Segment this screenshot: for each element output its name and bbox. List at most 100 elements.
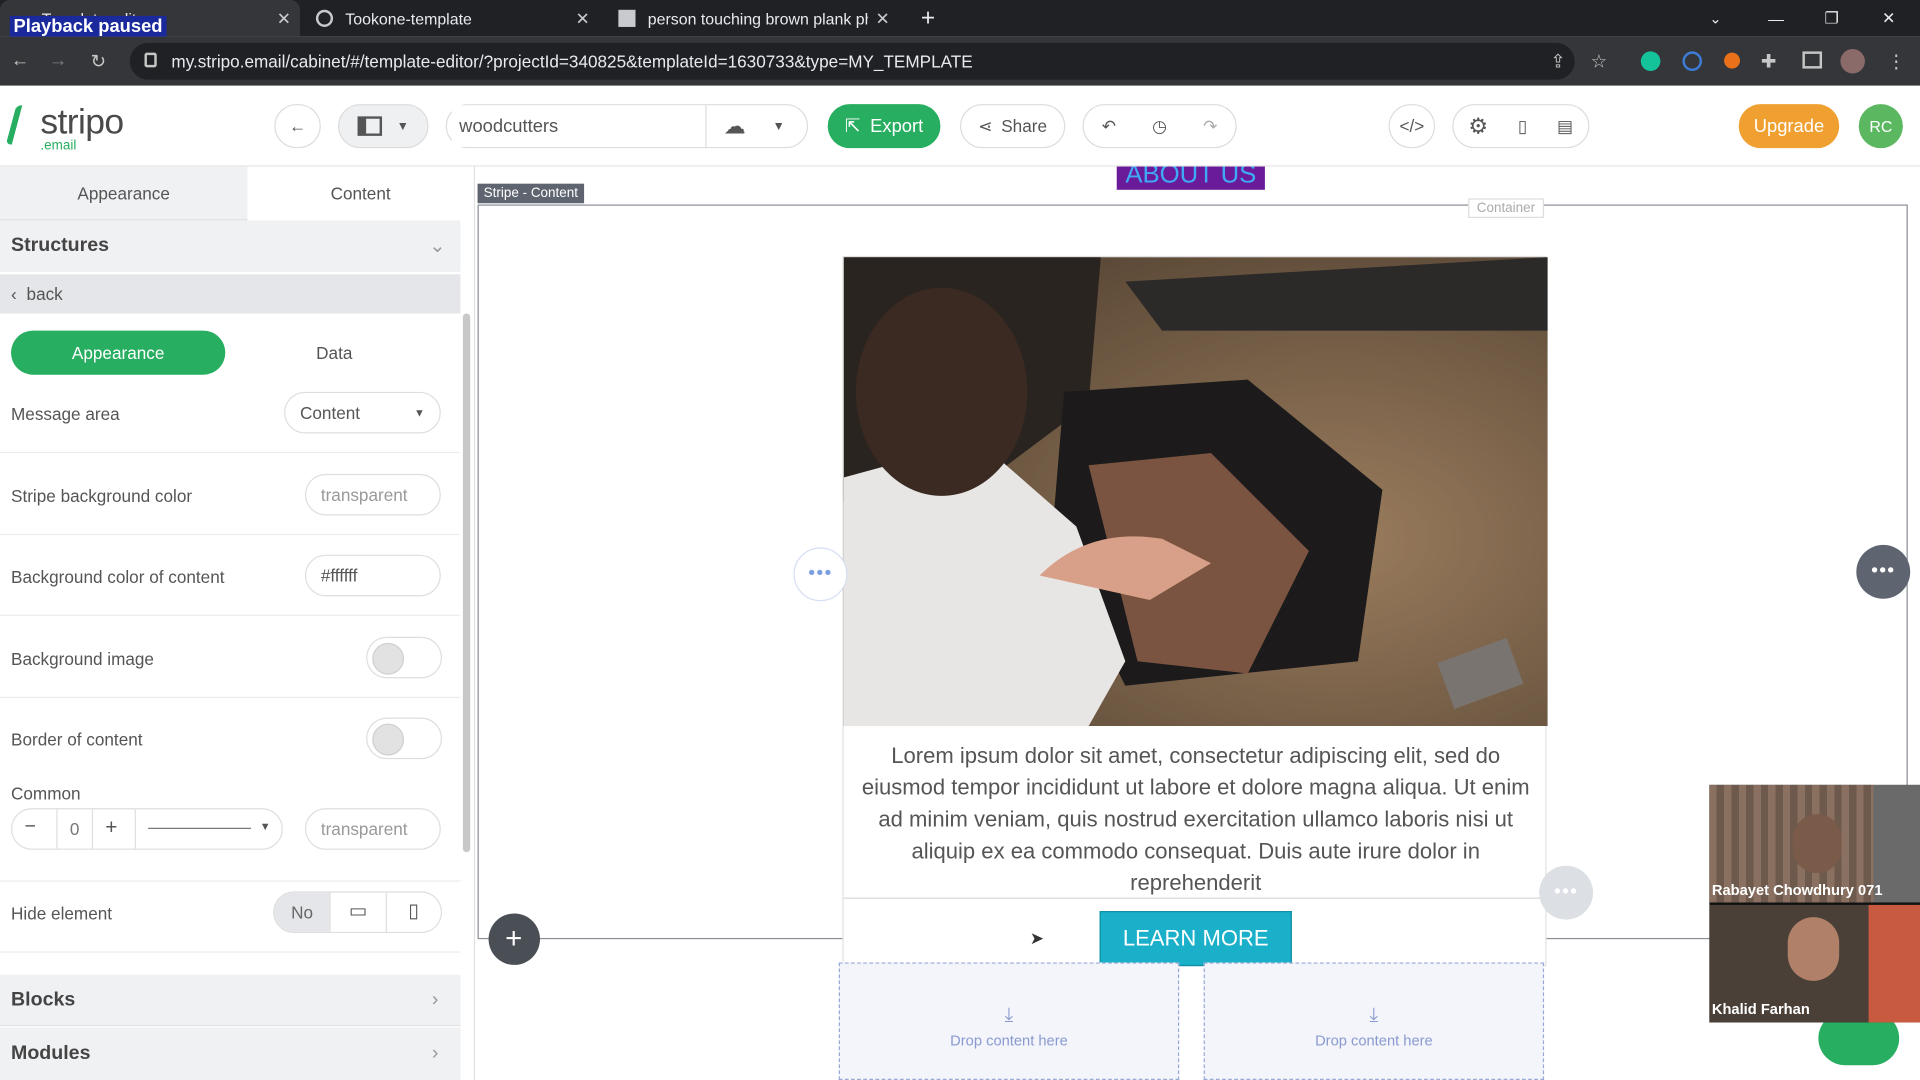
undo-icon[interactable]: ↶ [1102, 116, 1116, 137]
share-label: Share [1001, 116, 1047, 136]
share-button[interactable]: ⋖ Share [960, 104, 1066, 149]
border-style-select[interactable]: ▼ [134, 809, 283, 849]
history-controls: ↶ ◷ ↷ [1082, 104, 1237, 149]
profile-avatar[interactable] [1840, 48, 1865, 74]
stripe-bg-color-input[interactable]: transparent [304, 473, 441, 516]
border-section: Border of content Common − 0 + ▼ transpa… [0, 698, 461, 882]
stripe-content[interactable]: Container Lorem ipsum dolor sit amet, co… [477, 198, 1908, 967]
tab-content[interactable]: Content [247, 167, 474, 221]
bg-image-toggle[interactable] [366, 636, 443, 679]
learn-more-button[interactable]: LEARN MORE [1099, 911, 1292, 967]
border-toggle[interactable] [366, 717, 443, 760]
more-dots-icon: ••• [1871, 560, 1896, 582]
redo-icon[interactable]: ↷ [1203, 116, 1217, 137]
border-color-input[interactable]: transparent [304, 808, 441, 850]
structures-title: Structures [11, 235, 110, 256]
woodworking-image[interactable] [843, 257, 1548, 727]
back-link[interactable]: ‹ back [0, 274, 461, 314]
arrow-left-icon: ← [288, 116, 307, 136]
panel-scrollbar[interactable] [462, 313, 471, 853]
device-preview-icon[interactable]: ▯ [1518, 116, 1527, 137]
history-icon[interactable]: ◷ [1152, 116, 1167, 137]
extension-icon[interactable] [1682, 51, 1703, 72]
forward-arrow-icon[interactable]: → [49, 50, 67, 71]
back-button[interactable]: ← [274, 104, 321, 149]
puzzle-icon[interactable]: ✚ [1761, 50, 1776, 72]
chevron-left-icon: ‹ [11, 284, 17, 304]
video-tile-2: Khalid Farhan [1709, 904, 1920, 1023]
layout-toggle-button[interactable]: ▼ [337, 104, 429, 149]
border-width-value[interactable]: 0 [56, 809, 94, 849]
back-label: back [26, 284, 63, 304]
sidepanel-icon[interactable] [1802, 51, 1823, 69]
tab-unsplash-photo[interactable]: person touching brown plank ph ✕ [618, 0, 902, 37]
user-avatar[interactable]: RC [1858, 104, 1903, 149]
drop-zone-right[interactable]: ⤓ Drop content here [1203, 962, 1545, 1080]
content-container[interactable]: Lorem ipsum dolor sit amet, consectetur … [842, 255, 1548, 968]
subtab-data[interactable]: Data [245, 331, 424, 375]
lorem-paragraph[interactable]: Lorem ipsum dolor sit amet, consectetur … [844, 740, 1548, 899]
logo-subtext: .email [40, 138, 77, 154]
code-editor-button[interactable]: </> [1388, 104, 1436, 149]
export-button[interactable]: ⇱ Export [827, 104, 941, 149]
close-icon[interactable]: ✕ [277, 8, 291, 29]
stripe-label: Stripe - Content [477, 183, 585, 204]
gear-icon[interactable]: ⚙ [1468, 113, 1488, 139]
plus-icon[interactable]: + [105, 816, 117, 840]
more-dots-icon: ••• [1553, 881, 1579, 903]
grammarly-icon[interactable] [1640, 51, 1661, 72]
caret-down-icon[interactable]: ▼ [773, 119, 785, 132]
template-name-group: ☁ ▼ [445, 104, 809, 149]
tab-tookone-template[interactable]: Tookone-template ✕ [315, 0, 598, 37]
minus-icon[interactable]: − [24, 817, 35, 839]
export-icon: ⇱ [844, 116, 861, 138]
modules-title: Modules [11, 1042, 91, 1064]
line-style-icon [148, 827, 252, 829]
bookmark-star-icon[interactable]: ☆ [1591, 50, 1607, 72]
border-label: Border of content [11, 729, 143, 750]
minimize-icon[interactable]: — [1768, 0, 1784, 37]
share-page-icon[interactable]: ⇪ [1550, 50, 1565, 72]
bg-image-row: Background image [0, 617, 461, 698]
template-name-input[interactable] [451, 105, 707, 147]
globe-icon [315, 9, 334, 27]
drop-zone-left[interactable]: ⤓ Drop content here [838, 962, 1180, 1080]
mobile-icon[interactable]: ▯ [385, 892, 441, 932]
button-block[interactable]: LEARN MORE ➤ [843, 897, 1548, 968]
add-stripe-button[interactable]: + [488, 913, 541, 965]
extension-icon[interactable] [1724, 52, 1741, 69]
unsplash-icon [618, 9, 636, 27]
chevron-down-icon: ⌄ [429, 236, 446, 258]
window-close-icon[interactable]: ✕ [1882, 0, 1895, 37]
content-bg-row: Background color of content #ffffff [0, 535, 461, 616]
hide-no-option[interactable]: No [274, 892, 330, 932]
upgrade-button[interactable]: Upgrade [1738, 104, 1840, 149]
video-tile-1: Rabayet Chowdhury 071 [1709, 784, 1920, 903]
menu-dots-icon[interactable]: ⋮ [1887, 50, 1905, 72]
blocks-section[interactable]: Blocks › [0, 974, 461, 1027]
row-options-button[interactable]: ••• [793, 547, 848, 602]
subtab-appearance[interactable]: Appearance [11, 330, 226, 375]
container-label: Container [1468, 198, 1544, 218]
modules-section[interactable]: Modules › [0, 1027, 461, 1080]
close-icon[interactable]: ✕ [576, 8, 590, 29]
clipboard-icon[interactable]: ▤ [1557, 116, 1573, 137]
stripe-options-button[interactable]: ••• [1856, 544, 1911, 599]
more-dots-icon: ••• [808, 563, 833, 585]
message-area-select[interactable]: Content ▼ [284, 391, 441, 434]
new-tab-button[interactable]: + [921, 0, 945, 37]
reload-icon[interactable]: ↻ [91, 50, 106, 72]
block-options-button[interactable]: ••• [1539, 865, 1594, 920]
chevron-right-icon: › [431, 1042, 439, 1064]
tab-search-icon[interactable]: ⌄ [1709, 0, 1721, 37]
cloud-upload-icon[interactable]: ☁ [724, 113, 746, 139]
desktop-icon[interactable]: ▭ [329, 892, 386, 932]
content-bg-color-input[interactable]: #ffffff [304, 554, 441, 597]
tab-appearance[interactable]: Appearance [0, 166, 248, 221]
back-arrow-icon[interactable]: ← [11, 50, 29, 71]
restore-icon[interactable]: ❐ [1824, 0, 1838, 37]
close-icon[interactable]: ✕ [876, 8, 890, 29]
structures-header[interactable]: Structures ⌄ [0, 220, 461, 272]
about-us-heading[interactable]: ABOUT US [1116, 166, 1265, 190]
url-field[interactable]: my.stripo.email/cabinet/#/template-edito… [129, 42, 1575, 80]
